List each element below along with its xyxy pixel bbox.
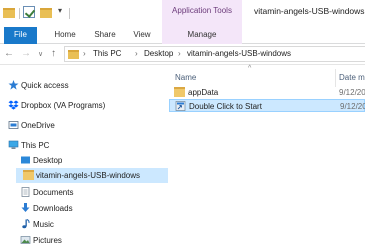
file-name: Double Click to Start [189,102,262,111]
nav-item-quick-access[interactable]: Quick access [0,78,169,93]
folder-icon[interactable] [3,8,15,18]
file-list: ^ Name Date m appData 9/12/20 Double Cli… [169,65,365,248]
nav-item-label: OneDrive [21,121,55,130]
qat-divider [69,8,70,19]
star-icon [8,80,19,90]
qat-divider [19,8,20,19]
computer-icon [8,140,19,149]
back-arrow-icon[interactable]: ← [4,47,14,61]
nav-item-label: Pictures [33,236,62,245]
column-header-name[interactable]: Name [175,71,196,85]
nav-item-label: Dropbox (VA Programs) [21,101,106,110]
up-arrow-icon[interactable]: ↑ [51,47,56,61]
ribbon-tabs: File Home Share View Manage [0,27,365,44]
nav-item-label: vitamin-angels-USB-windows [36,171,141,180]
tab-manage[interactable]: Manage [162,27,242,44]
dropbox-icon [8,100,19,110]
address-row: ← → ∨ ↑ › This PC › Desktop › vitamin-an… [0,44,365,65]
breadcrumb-current-folder[interactable]: vitamin-angels-USB-windows [187,47,291,61]
nav-item-music[interactable]: Music [0,217,169,232]
sort-ascending-icon: ^ [248,65,252,72]
breadcrumb-desktop[interactable]: Desktop [144,47,173,61]
nav-item-label: This PC [21,141,50,150]
music-icon [22,219,30,229]
nav-item-label: Documents [33,188,74,197]
nav-item-vitamin-angels-usb-windows[interactable]: vitamin-angels-USB-windows [16,168,168,183]
documents-icon [21,187,30,197]
file-date: 9/12/20 [339,88,365,97]
new-folder-icon[interactable] [40,8,52,18]
context-tab-header: Application Tools [162,0,242,27]
address-bar[interactable]: › This PC › Desktop › vitamin-angels-USB… [64,46,365,62]
column-divider[interactable] [335,69,336,87]
tab-share[interactable]: Share [90,27,120,44]
nav-item-pictures[interactable]: Pictures [0,233,169,248]
window-title: vitamin-angels-USB-windows [254,6,365,16]
folder-icon [23,170,34,180]
tab-home[interactable]: Home [50,27,80,44]
nav-item-dropbox[interactable]: Dropbox (VA Programs) [0,98,169,113]
pictures-icon [20,236,31,244]
nav-item-this-pc[interactable]: This PC [0,138,169,153]
downloads-icon [21,203,30,212]
shortcut-icon [175,101,186,111]
file-row[interactable]: appData 9/12/20 [169,86,365,99]
breadcrumb-separator[interactable]: › [83,47,86,61]
nav-item-onedrive[interactable]: OneDrive [0,118,169,133]
nav-item-label: Desktop [33,156,63,165]
folder-icon [68,50,79,59]
nav-item-downloads[interactable]: Downloads [0,201,169,216]
desktop-icon [21,156,30,164]
onedrive-icon [8,121,19,129]
breadcrumb-separator[interactable]: › [135,47,138,61]
qat-dropdown-icon[interactable]: ▾ [58,6,62,16]
file-row[interactable]: Double Click to Start 9/12/20 [169,99,365,112]
column-header-date-modified[interactable]: Date m [339,71,365,85]
breadcrumb-this-pc[interactable]: This PC [93,47,121,61]
tab-view[interactable]: View [127,27,157,44]
breadcrumb-separator[interactable]: › [178,47,181,61]
file-name: appData [188,88,219,97]
recent-locations-icon[interactable]: ∨ [38,48,43,62]
nav-item-label: Quick access [21,81,69,90]
explorer-window: ▾ Application Tools vitamin-angels-USB-w… [0,0,365,248]
title-bar: ▾ Application Tools vitamin-angels-USB-w… [0,0,365,27]
context-tab-label: Application Tools [172,6,232,15]
nav-item-label: Downloads [33,204,73,213]
nav-item-label: Music [33,220,54,229]
file-date: 9/12/20 [340,102,365,111]
nav-item-desktop[interactable]: Desktop [0,153,169,168]
tab-file[interactable]: File [4,27,37,44]
properties-icon[interactable] [23,6,35,18]
nav-item-documents[interactable]: Documents [0,185,169,200]
navigation-pane: Quick access Dropbox (VA Programs) OneDr… [0,65,169,248]
forward-arrow-icon[interactable]: → [21,47,31,61]
folder-icon [174,87,185,97]
